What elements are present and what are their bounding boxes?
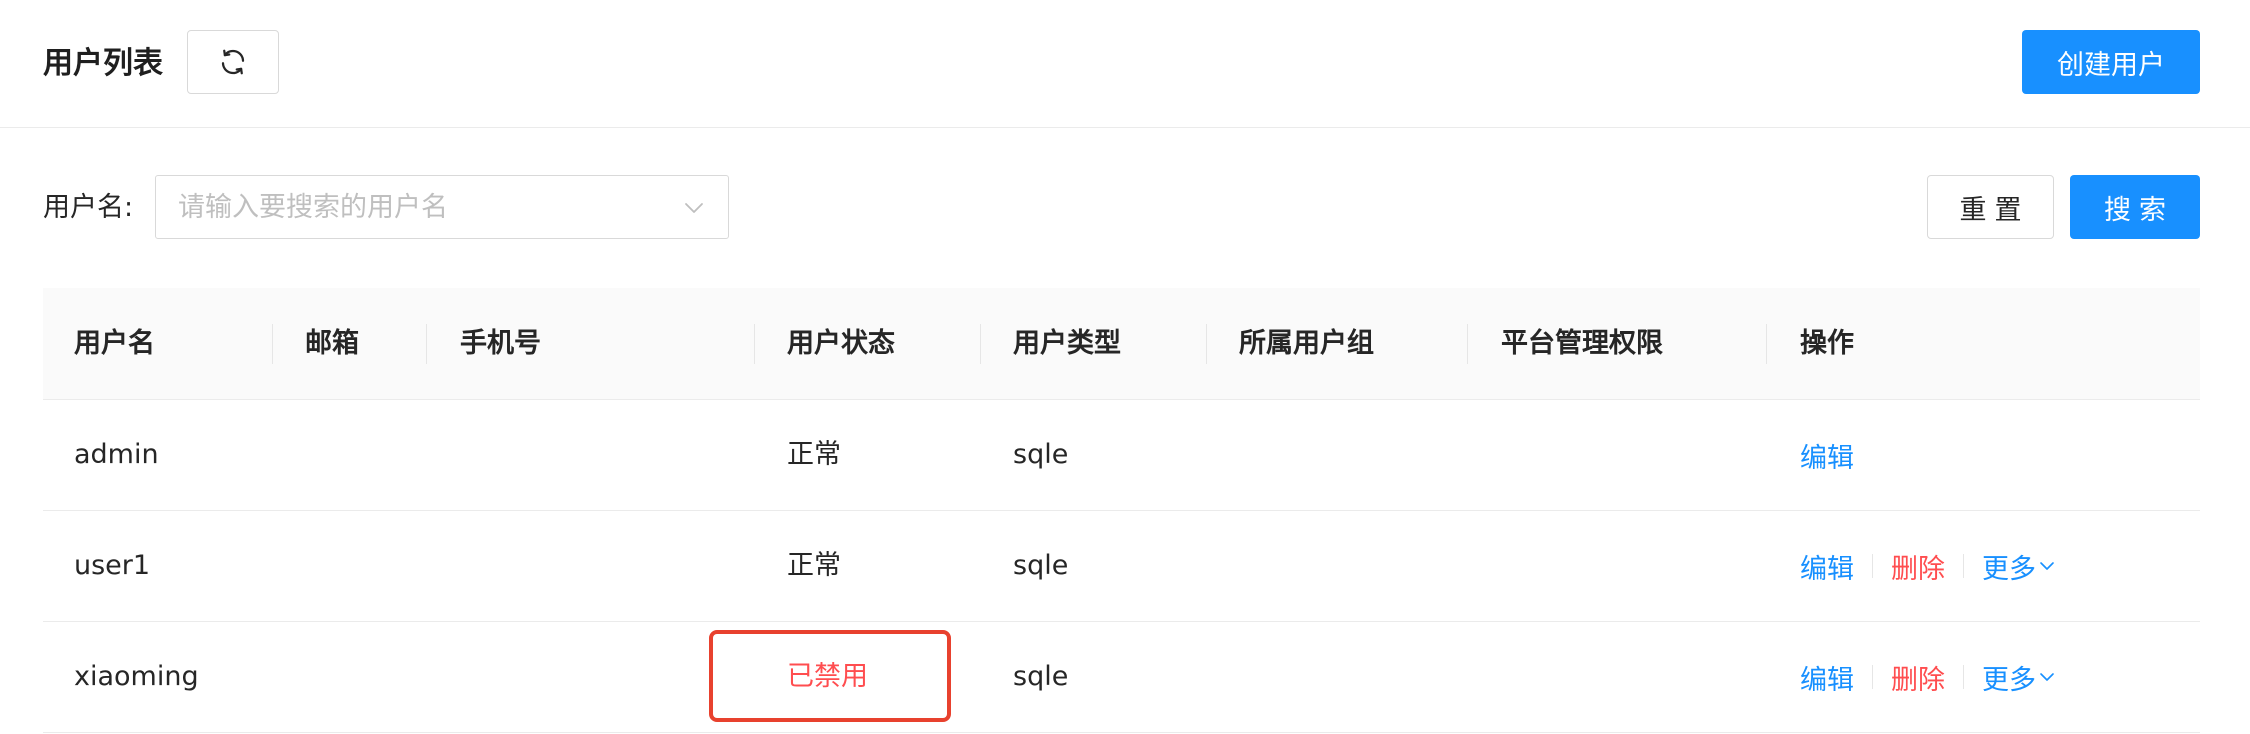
table-header: 用户名 邮箱 手机号 用户状态 用户类型 所属用户组 平台管理权限 操作 <box>43 288 2200 400</box>
more-dropdown[interactable]: 更多 <box>1982 658 2056 697</box>
column-header-email: 邮箱 <box>305 328 359 359</box>
page-title: 用户列表 <box>43 46 163 81</box>
refresh-button[interactable] <box>187 30 279 94</box>
column-header-permission: 平台管理权限 <box>1501 328 1663 359</box>
cell-type: sqle <box>1013 439 1069 470</box>
delete-link[interactable]: 删除 <box>1891 547 1945 586</box>
cell-username: xiaoming <box>74 661 199 692</box>
table-row: admin 正常 sqle 编辑 <box>43 400 2200 511</box>
column-divider <box>1206 324 1207 364</box>
column-divider <box>426 324 427 364</box>
more-label: 更多 <box>1982 553 2036 585</box>
chevron-down-icon <box>685 203 703 213</box>
chevron-down-icon <box>2040 562 2054 570</box>
action-divider <box>1872 665 1873 689</box>
edit-link[interactable]: 编辑 <box>1800 658 1854 697</box>
action-divider <box>1963 665 1964 689</box>
cell-username: admin <box>74 439 159 470</box>
column-header-type: 用户类型 <box>1013 328 1121 359</box>
username-filter-label: 用户名: <box>43 192 134 223</box>
edit-link[interactable]: 编辑 <box>1800 436 1854 475</box>
reset-button[interactable]: 重置 <box>1927 175 2054 239</box>
column-divider <box>272 324 273 364</box>
column-header-group: 所属用户组 <box>1239 328 1374 359</box>
chevron-down-icon <box>2040 673 2054 681</box>
username-search-input[interactable] <box>178 186 648 228</box>
edit-link[interactable]: 编辑 <box>1800 547 1854 586</box>
delete-link[interactable]: 删除 <box>1891 658 1945 697</box>
cell-status: 正常 <box>787 550 841 581</box>
column-divider <box>980 324 981 364</box>
row-actions: 编辑 <box>1800 400 1854 510</box>
cell-status: 已禁用 <box>787 661 868 692</box>
create-user-button[interactable]: 创建用户 <box>2022 30 2200 94</box>
search-button[interactable]: 搜索 <box>2070 175 2200 239</box>
cell-type: sqle <box>1013 661 1069 692</box>
cell-status: 正常 <box>787 439 841 470</box>
username-search-select[interactable] <box>155 175 729 239</box>
row-actions: 编辑 删除 更多 <box>1800 511 2056 621</box>
refresh-icon <box>221 49 245 75</box>
more-label: 更多 <box>1982 664 2036 696</box>
column-divider <box>754 324 755 364</box>
column-divider <box>1766 324 1767 364</box>
column-header-username: 用户名 <box>74 328 155 359</box>
user-table: 用户名 邮箱 手机号 用户状态 用户类型 所属用户组 平台管理权限 操作 adm… <box>43 288 2200 733</box>
table-row: user1 正常 sqle 编辑 删除 更多 <box>43 511 2200 622</box>
cell-username: user1 <box>74 550 151 581</box>
column-header-phone: 手机号 <box>460 328 541 359</box>
column-divider <box>1467 324 1468 364</box>
row-actions: 编辑 删除 更多 <box>1800 622 2056 732</box>
action-divider <box>1963 554 1964 578</box>
column-header-actions: 操作 <box>1800 328 1854 359</box>
page-header: 用户列表 创建用户 <box>0 0 2250 128</box>
table-row: xiaoming 已禁用 sqle 编辑 删除 更多 <box>43 622 2200 733</box>
more-dropdown[interactable]: 更多 <box>1982 547 2056 586</box>
action-divider <box>1872 554 1873 578</box>
cell-type: sqle <box>1013 550 1069 581</box>
column-header-status: 用户状态 <box>787 328 895 359</box>
